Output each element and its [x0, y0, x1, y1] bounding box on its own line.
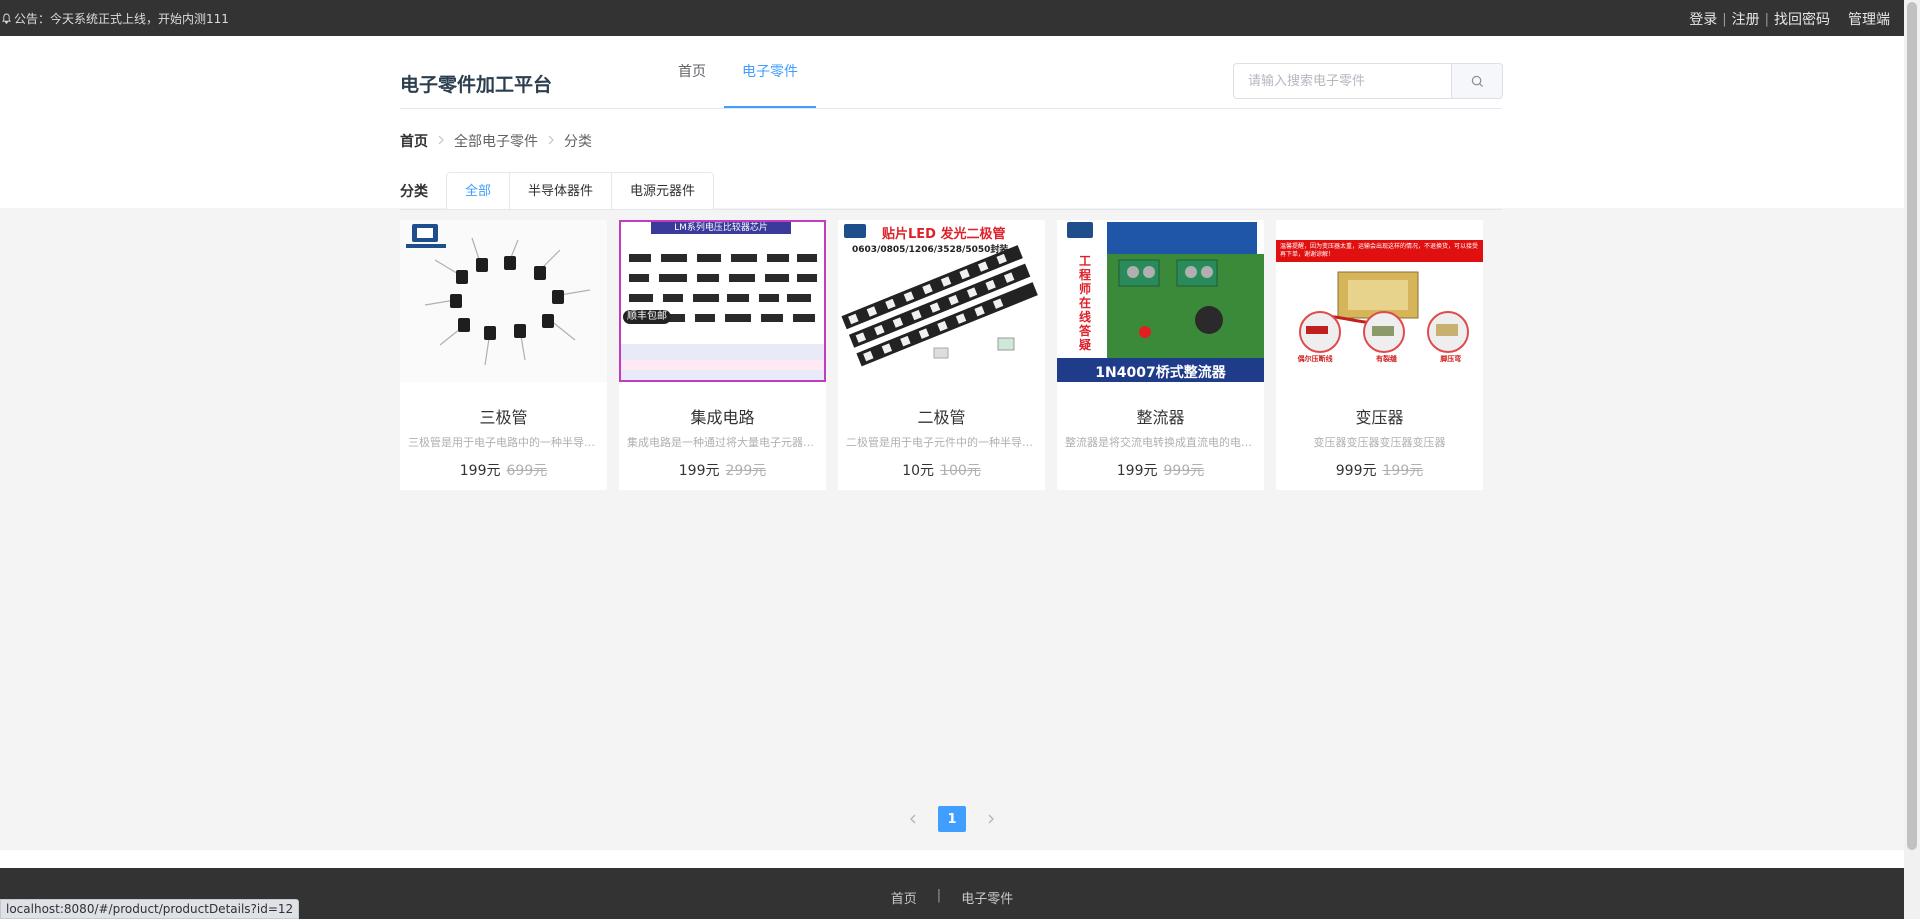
divider: | [1764, 11, 1769, 27]
tab-power[interactable]: 电源元器件 [612, 172, 715, 210]
forgot-password-link[interactable]: 找回密码 [1774, 9, 1830, 29]
login-link[interactable]: 登录 [1689, 9, 1717, 29]
pagination: 1 [0, 806, 1904, 832]
bell-icon [2, 13, 11, 24]
breadcrumb-home[interactable]: 首页 [400, 131, 428, 151]
original-price: 299元 [725, 463, 767, 479]
image-label: 脚压弯 [1440, 355, 1462, 363]
product-price: 199元 999元 [1057, 460, 1264, 480]
account-links: 登录 | 注册 | 找回密码 管理端 [1689, 9, 1890, 29]
tabs-divider [400, 209, 1502, 210]
image-labels: 偶尔压断线 有裂缝 脚压弯 [1276, 354, 1483, 364]
search-input[interactable] [1233, 63, 1451, 99]
breadcrumb: 首页 全部电子零件 分类 [400, 131, 592, 151]
transistor-image [406, 224, 591, 366]
product-name: 变压器 [1355, 408, 1404, 427]
product-card[interactable]: 三极管 三极管是用于电子电路中的一种半导体器件 199元 699元 [400, 220, 607, 490]
product-desc: 变压器变压器变压器变压器 [1313, 436, 1446, 449]
product-desc: 二极管是用于电子元件中的一种半导体器件 [846, 436, 1045, 449]
header: 电子零件加工平台 首页 电子零件 首页 全部电子零件 分类 分类 全部 半导体器… [0, 36, 1904, 210]
image-label: 偶尔压断线 [1297, 355, 1333, 363]
product-name: 整流器 [1136, 408, 1185, 427]
product-desc: 集成电路是一种通过将大量电子元器件集成 [627, 436, 826, 449]
led-strip-image [841, 224, 1038, 367]
search-box [1233, 63, 1503, 99]
breadcrumb-category: 分类 [564, 134, 592, 150]
header-divider [400, 108, 1502, 109]
prev-page-button[interactable] [902, 806, 924, 832]
product-price: 199元 299元 [619, 460, 826, 480]
next-page-button[interactable] [980, 806, 1002, 832]
product-image: 温馨提醒，因为变压器太重，运输会出现这样的情况，不退换货，可以接受再下单，谢谢谅… [1276, 220, 1483, 382]
image-side-text: 工程师在线答疑 [1079, 254, 1092, 352]
product-name: 二极管 [917, 408, 966, 427]
product-name: 三极管 [479, 408, 528, 427]
admin-link[interactable]: 管理端 [1848, 9, 1890, 29]
search-icon [1471, 75, 1483, 87]
product-price: 999元 199元 [1276, 460, 1483, 480]
nav-home[interactable]: 首页 [660, 36, 724, 108]
product-image [400, 220, 607, 382]
divider: | [936, 888, 942, 903]
product-desc: 整流器是将交流电转换成直流电的电子设备 [1065, 436, 1264, 449]
product-image: LM系列电压比较器芯片 顺丰包邮 [619, 220, 826, 382]
image-bottom-text: 1N4007桥式整流器 [1095, 365, 1226, 381]
original-price: 199元 [1382, 463, 1424, 479]
product-grid: 三极管 三极管是用于电子电路中的一种半导体器件 199元 699元 LM系列电压比… [400, 220, 1483, 490]
main-nav: 首页 电子零件 [660, 36, 816, 108]
footer-home-link[interactable]: 首页 [891, 888, 917, 907]
product-card[interactable]: 工程师在线答疑 1N4007桥式整流器 整流器 整流器是将交流电转换成直流电的电… [1057, 220, 1264, 490]
product-desc: 三极管是用于电子电路中的一种半导体器件 [408, 436, 607, 449]
site-logo[interactable]: 电子零件加工平台 [400, 70, 552, 97]
category-tabs: 全部 半导体器件 电源元器件 [446, 172, 715, 210]
chevron-left-icon [910, 814, 916, 824]
announcement: 公告：今天系统正式上线，开始内测111 [2, 10, 229, 27]
current-price: 199元 [459, 463, 501, 479]
current-price: 199元 [1116, 463, 1158, 479]
footer-parts-link[interactable]: 电子零件 [961, 888, 1013, 907]
announcement-text: 公告：今天系统正式上线，开始内测111 [14, 12, 229, 26]
product-price: 10元 100元 [838, 460, 1045, 480]
product-image: 工程师在线答疑 1N4007桥式整流器 [1057, 220, 1264, 382]
scrollbar-thumb[interactable] [1907, 2, 1917, 850]
browser-status-bar: localhost:8080/#/product/productDetails?… [0, 899, 300, 919]
product-card[interactable]: LM系列电压比较器芯片 顺丰包邮 集成电路 集成电路是一种通过将大量电子元器件集… [619, 220, 826, 490]
footer-spacer [0, 850, 1904, 868]
tab-all[interactable]: 全部 [446, 172, 511, 210]
chevron-right-icon [547, 133, 555, 149]
register-link[interactable]: 注册 [1732, 9, 1760, 29]
tab-semiconductor[interactable]: 半导体器件 [510, 172, 613, 210]
product-image: 贴片LED 发光二极管 0603/0805/1206/3528/5050封装 [838, 220, 1045, 382]
divider: | [1722, 11, 1727, 27]
product-card[interactable]: 温馨提醒，因为变压器太重，运输会出现这样的情况，不退换货，可以接受再下单，谢谢谅… [1276, 220, 1483, 490]
top-bar: 公告：今天系统正式上线，开始内测111 登录 | 注册 | 找回密码 管理端 [0, 0, 1904, 36]
current-price: 10元 [902, 463, 935, 479]
product-card[interactable]: 贴片LED 发光二极管 0603/0805/1206/3528/5050封装 二… [838, 220, 1045, 490]
page-number[interactable]: 1 [938, 806, 966, 832]
original-price: 100元 [940, 463, 981, 479]
original-price: 699元 [506, 463, 548, 479]
current-price: 199元 [678, 463, 720, 479]
breadcrumb-all-parts[interactable]: 全部电子零件 [454, 131, 538, 151]
chevron-right-icon [988, 814, 994, 824]
category-label: 分类 [400, 184, 428, 200]
search-button[interactable] [1451, 63, 1503, 99]
vertical-scrollbar[interactable] [1904, 0, 1920, 919]
image-label: 有裂缝 [1375, 355, 1397, 363]
ic-chips-image [621, 254, 824, 380]
original-price: 999元 [1163, 463, 1205, 479]
shipping-badge: 顺丰包邮 [623, 310, 671, 324]
nav-parts[interactable]: 电子零件 [724, 36, 816, 108]
current-price: 999元 [1335, 463, 1377, 479]
product-price: 199元 699元 [400, 460, 607, 480]
chevron-right-icon [437, 133, 445, 149]
product-name: 集成电路 [690, 408, 755, 427]
